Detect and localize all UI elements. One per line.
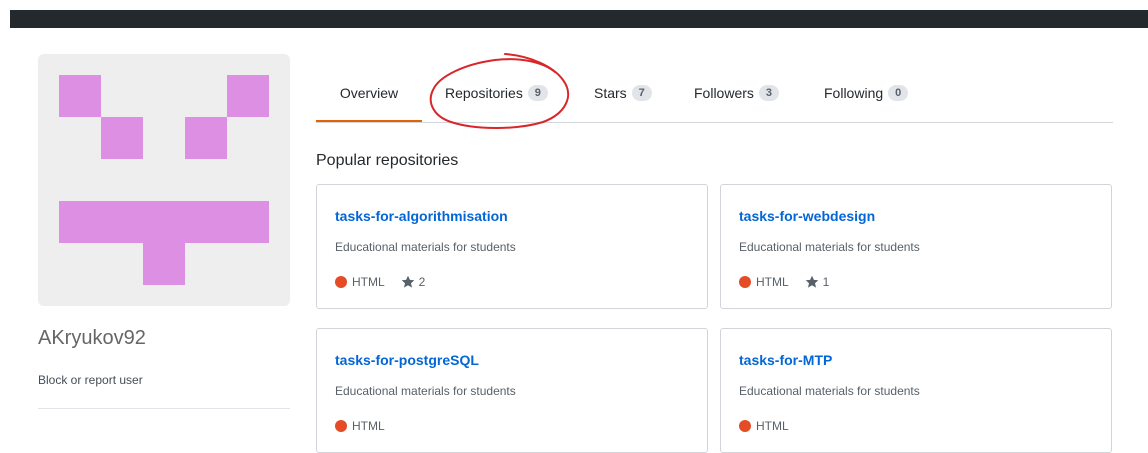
repo-language: HTML: [352, 275, 385, 289]
repo-card: tasks-for-postgreSQL Educational materia…: [316, 328, 708, 453]
tab-counter: 0: [888, 84, 909, 101]
tab-repositories[interactable]: Repositories 9: [445, 64, 548, 121]
tab-counter: 3: [758, 84, 779, 101]
tab-label: Repositories: [445, 84, 523, 101]
avatar-pixel: [227, 75, 269, 117]
tab-overview[interactable]: Overview: [316, 64, 422, 122]
tab-counter: 7: [631, 84, 652, 101]
repo-description: Educational materials for students: [739, 384, 920, 398]
block-report-link[interactable]: Block or report user: [38, 373, 143, 387]
avatar-pixel: [185, 117, 227, 159]
repo-description: Educational materials for students: [335, 240, 516, 254]
repo-stars[interactable]: 2: [401, 275, 426, 289]
language-color-dot: [739, 420, 751, 432]
repo-language: HTML: [756, 275, 789, 289]
repo-star-count: 2: [418, 275, 426, 289]
repo-meta: HTML 1: [739, 275, 829, 289]
repo-name-link[interactable]: tasks-for-webdesign: [739, 208, 875, 224]
avatar-pixel: [143, 243, 185, 285]
popular-repositories-title: Popular repositories: [316, 152, 459, 169]
profile-username: AKryukov92: [38, 327, 146, 349]
repo-meta: HTML 2: [335, 275, 425, 289]
repo-meta: HTML: [335, 419, 385, 433]
avatar-pixel: [101, 117, 143, 159]
tab-followers[interactable]: Followers 3: [694, 64, 779, 121]
top-header-bar: [10, 10, 1148, 28]
repo-language: HTML: [756, 419, 789, 433]
repo-language: HTML: [352, 419, 385, 433]
tab-following[interactable]: Following 0: [824, 64, 909, 121]
repo-description: Educational materials for students: [739, 240, 920, 254]
repo-card: tasks-for-webdesign Educational material…: [720, 184, 1112, 309]
repo-name-link[interactable]: tasks-for-MTP: [739, 352, 832, 368]
repo-name-link[interactable]: tasks-for-postgreSQL: [335, 352, 479, 368]
language-color-dot: [335, 276, 347, 288]
avatar-pixel: [59, 201, 269, 243]
repo-star-count: 1: [822, 275, 830, 289]
avatar-pixel: [59, 75, 101, 117]
profile-tabs: Overview Repositories 9 Stars 7 Follower…: [316, 64, 1113, 123]
repo-name-link[interactable]: tasks-for-algorithmisation: [335, 208, 508, 224]
repo-meta: HTML: [739, 419, 789, 433]
star-icon: [805, 275, 818, 288]
avatar[interactable]: [38, 54, 290, 306]
star-icon: [401, 275, 414, 288]
repo-card: tasks-for-algorithmisation Educational m…: [316, 184, 708, 309]
sidebar-divider: [38, 408, 290, 409]
tab-label: Overview: [339, 84, 399, 101]
repo-card: tasks-for-MTP Educational materials for …: [720, 328, 1112, 453]
tab-counter: 9: [527, 84, 548, 101]
language-color-dot: [739, 276, 751, 288]
tab-label: Following: [824, 84, 884, 101]
tab-label: Followers: [694, 84, 754, 101]
tab-label: Stars: [594, 84, 627, 101]
language-color-dot: [335, 420, 347, 432]
tab-stars[interactable]: Stars 7: [594, 64, 652, 121]
repo-description: Educational materials for students: [335, 384, 516, 398]
repo-stars[interactable]: 1: [805, 275, 830, 289]
